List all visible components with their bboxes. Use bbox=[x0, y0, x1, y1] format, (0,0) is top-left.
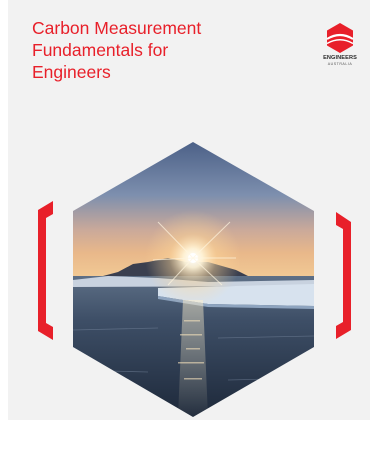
cover-panel: Carbon Measurement Fundamentals for Engi… bbox=[8, 0, 370, 420]
right-red-bracket-icon bbox=[336, 212, 351, 339]
document-page: Carbon Measurement Fundamentals for Engi… bbox=[0, 0, 370, 449]
